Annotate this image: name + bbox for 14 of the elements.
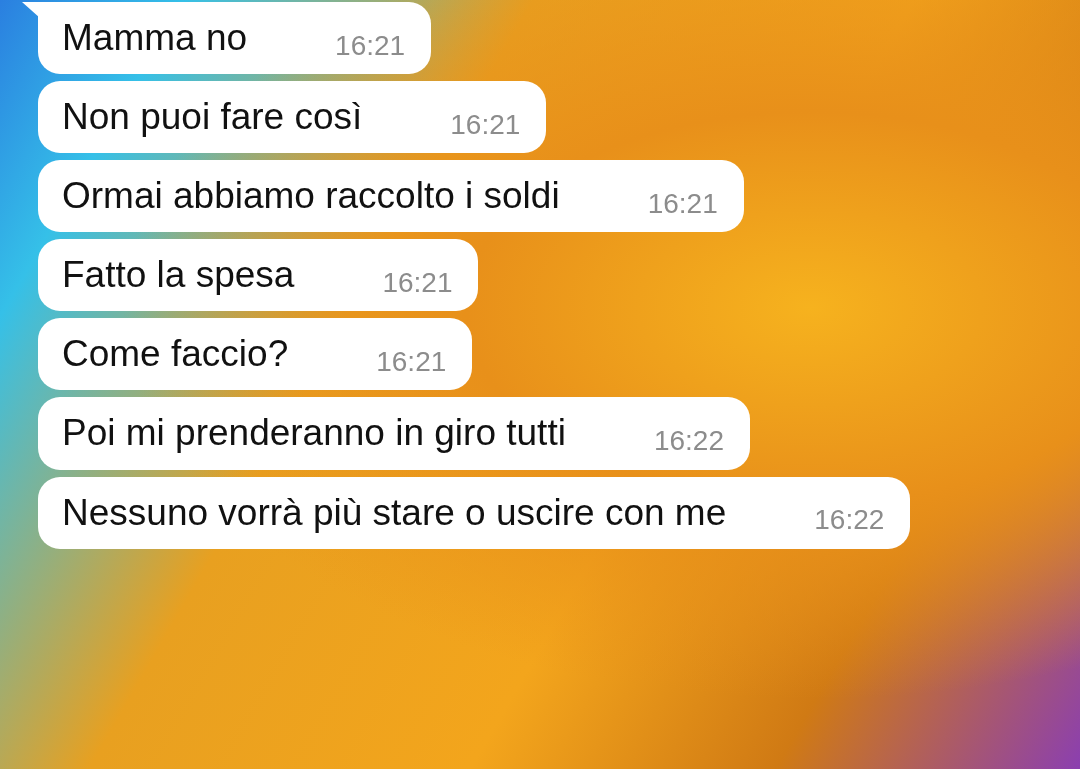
message-text: Poi mi prenderanno in giro tutti: [62, 411, 566, 456]
message-time: 16:22: [653, 423, 724, 458]
message-time: 16:21: [647, 186, 718, 221]
message-text: Mamma no: [62, 16, 248, 60]
message-time: 16:21: [382, 265, 453, 300]
message-text: Nessuno vorrà più stare o uscire con me: [62, 490, 727, 535]
message-text: Come faccio?: [62, 332, 289, 377]
message-text: Fatto la spesa: [62, 253, 295, 298]
message-time: 16:21: [450, 107, 521, 142]
message-text: Ormai abbiamo raccolto i soldi: [62, 174, 560, 219]
message-time: 16:22: [814, 503, 885, 537]
message-text: Non puoi fare così: [62, 95, 363, 140]
message-time: 16:21: [376, 344, 447, 379]
message-time: 16:21: [335, 28, 406, 63]
